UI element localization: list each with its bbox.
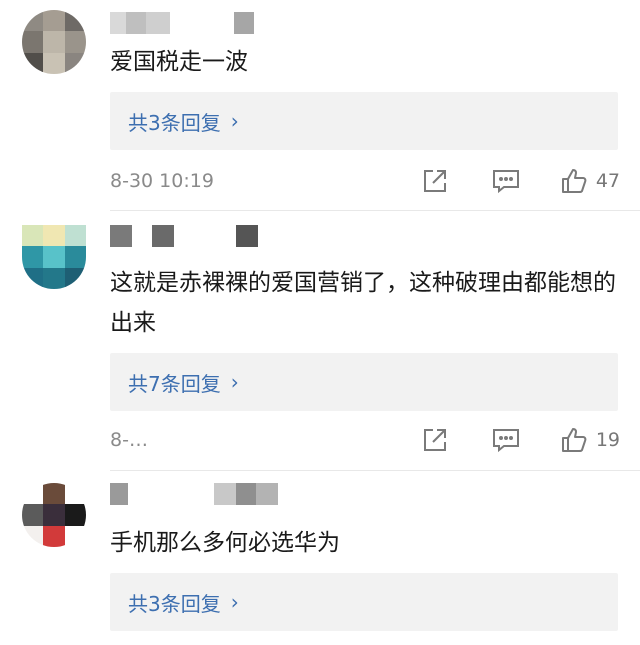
avatar-pixel (22, 246, 44, 268)
avatar[interactable] (22, 225, 86, 289)
avatar-pixel (22, 525, 44, 547)
avatar-pixel (64, 225, 86, 247)
thumbs-up-icon (561, 169, 587, 193)
username-redacted[interactable] (110, 483, 278, 505)
thumbs-up-icon (561, 428, 587, 452)
comment-actions: 47 (422, 166, 620, 196)
replies-label: 共3条回复 (128, 110, 221, 135)
avatar-pixel (43, 10, 65, 32)
comment-text: 这就是赤裸裸的爱国营销了，这种破理由都能想的出来 (110, 270, 616, 336)
avatar-pixel (22, 225, 44, 247)
avatar-pixel (22, 10, 44, 32)
view-replies-button[interactable]: 共3条回复 › (110, 573, 618, 631)
avatar-pixel (64, 246, 86, 268)
avatar-pixel (64, 504, 86, 526)
comment-item: 手机那么多何必选华为 共3条回复 › (0, 471, 640, 645)
avatar-pixel (64, 52, 86, 74)
view-replies-button[interactable]: 共3条回复 › (110, 92, 618, 150)
chevron-right-icon: › (230, 370, 239, 394)
replies-label: 共7条回复 (128, 371, 221, 396)
avatar-pixel (43, 52, 65, 74)
avatar-pixel (64, 525, 86, 547)
view-replies-button[interactable]: 共7条回复 › (110, 353, 618, 411)
comment-button[interactable] (492, 427, 520, 453)
avatar-pixel (43, 246, 65, 268)
avatar-pixel (64, 10, 86, 32)
comment-item: 爱国税走一波 共3条回复 › 8-30 10:19 47 (0, 0, 640, 210)
avatar-pixel (43, 267, 65, 289)
repost-button[interactable] (422, 427, 448, 453)
avatar-pixel (43, 31, 65, 53)
username-redacted[interactable] (110, 12, 254, 34)
avatar-pixel (43, 504, 65, 526)
chevron-right-icon: › (230, 109, 239, 133)
avatar-pixel (22, 504, 44, 526)
comment-icon (492, 429, 519, 453)
comment-icon (492, 170, 519, 194)
like-count: 19 (595, 429, 620, 451)
avatar-pixel (22, 267, 44, 289)
comment-text: 爱国税走一波 (110, 49, 248, 75)
avatar-pixel (22, 31, 44, 53)
repost-button[interactable] (422, 168, 448, 194)
comment-text: 手机那么多何必选华为 (110, 530, 340, 556)
avatar-pixel (43, 525, 65, 547)
timestamp: 8-30 10:19 (110, 170, 214, 192)
comment-meta: 8-30 10:19 47 (110, 166, 620, 196)
comment-item: 这就是赤裸裸的爱国营销了，这种破理由都能想的出来 共7条回复 › 8-… 19 (0, 211, 640, 471)
comment-button[interactable] (492, 168, 520, 194)
avatar-pixel (64, 483, 86, 505)
avatar-pixel (43, 225, 65, 247)
avatar-pixel (64, 31, 86, 53)
share-external-icon (423, 170, 446, 192)
share-external-icon (423, 429, 446, 451)
avatar-pixel (43, 483, 65, 505)
like-count: 47 (595, 170, 620, 192)
avatar[interactable] (22, 483, 86, 547)
like-button[interactable]: 19 (560, 426, 620, 454)
avatar-pixel (22, 52, 44, 74)
avatar-pixel (22, 483, 44, 505)
chevron-right-icon: › (230, 590, 239, 614)
comment-meta: 8-… 19 (110, 425, 620, 455)
avatar[interactable] (22, 10, 86, 74)
timestamp: 8-… (110, 429, 148, 451)
comment-actions: 19 (422, 425, 620, 455)
like-button[interactable]: 47 (560, 167, 620, 195)
username-redacted[interactable] (110, 225, 258, 247)
avatar-pixel (64, 267, 86, 289)
replies-label: 共3条回复 (128, 591, 221, 616)
